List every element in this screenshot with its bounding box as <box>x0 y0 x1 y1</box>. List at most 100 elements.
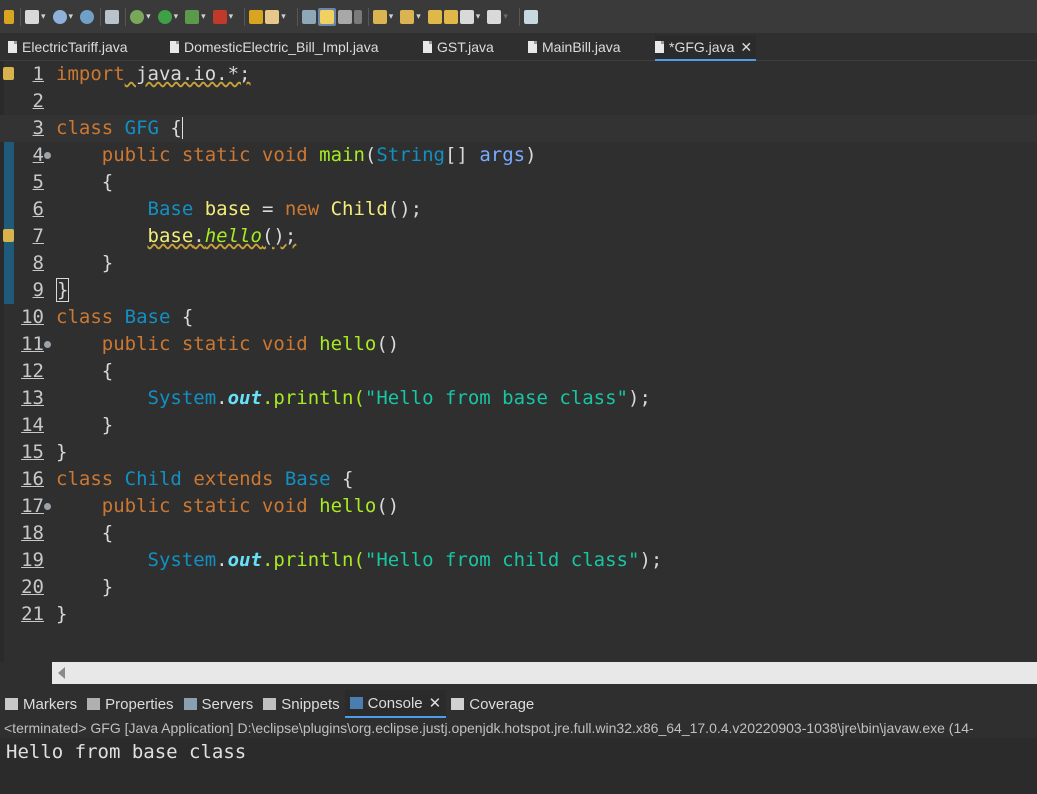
close-icon[interactable]: ✕ <box>429 694 442 712</box>
tab-properties[interactable]: Properties <box>82 691 178 717</box>
code-text: } <box>101 576 114 598</box>
run-last-icon[interactable] <box>4 9 14 24</box>
line-number: 14 <box>21 414 44 436</box>
forward-icon[interactable] <box>443 9 458 24</box>
java-file-icon <box>170 41 179 53</box>
tab-coverage[interactable]: Coverage <box>446 691 539 717</box>
code-line: 15 } <box>0 439 1037 466</box>
console-output-area[interactable]: Hello from base class <box>0 738 1037 794</box>
tab-label: MainBill.java <box>542 39 621 55</box>
mark-occurrences-icon[interactable] <box>317 7 336 26</box>
tab-electric-tariff[interactable]: ElectricTariff.java <box>8 35 128 59</box>
code-line: 19 System.out.println("Hello from child … <box>0 547 1037 574</box>
debug-icon[interactable]: ▾ <box>52 9 79 24</box>
run-icon[interactable]: ▾ <box>157 9 184 24</box>
back-arrow-icon[interactable]: ▾ <box>459 9 486 24</box>
bottom-panel-tabs: Markers Properties Servers Snippets Cons… <box>0 690 1037 718</box>
new-file-icon[interactable]: ▾ <box>25 9 51 24</box>
java-file-icon <box>8 41 17 53</box>
pilcrow-icon[interactable] <box>353 9 362 24</box>
console-icon <box>349 697 363 709</box>
bug-icon[interactable]: ▾ <box>130 9 156 24</box>
tab-gfg[interactable]: *GFG.java ✕ <box>655 35 757 61</box>
code-text: } <box>56 603 68 625</box>
line-number: 20 <box>21 576 44 598</box>
code-text: { <box>101 522 114 544</box>
globe-icon[interactable] <box>80 9 95 24</box>
java-file-icon <box>528 41 537 53</box>
fold-collapse-icon[interactable] <box>44 503 51 510</box>
tab-servers[interactable]: Servers <box>179 691 259 717</box>
java-file-icon <box>423 41 432 53</box>
code-line: 13 System.out.println("Hello from base c… <box>0 385 1037 412</box>
code-text: Base base = new Child(); <box>147 198 423 220</box>
toolbar-separator <box>296 7 298 26</box>
console-status-line: <terminated> GFG [Java Application] D:\e… <box>0 718 1037 738</box>
next-annotation-icon[interactable]: ▾ <box>372 9 399 24</box>
code-line: 7 base.hello(); <box>0 223 1037 250</box>
close-icon[interactable]: ✕ <box>740 39 752 56</box>
tab-console[interactable]: Console ✕ <box>344 690 447 718</box>
line-number: 19 <box>21 549 44 571</box>
fold-collapse-icon[interactable] <box>44 152 51 159</box>
run-coverage-icon[interactable]: ▾ <box>185 9 211 24</box>
code-line: 12 { <box>0 358 1037 385</box>
line-number: 13 <box>21 387 44 409</box>
snippets-icon <box>263 698 277 710</box>
main-toolbar: ▾ ▾ ▾ ▾ ▾ ▾ ▾ ▾ ▾ ▾ ▾ <box>0 0 1037 33</box>
line-number: 9 <box>32 279 44 301</box>
warning-icon <box>3 67 14 80</box>
line-number: 6 <box>32 198 44 220</box>
code-text: class Child extends Base { <box>56 468 354 490</box>
code-text: import java.io.*; <box>56 63 251 85</box>
properties-icon <box>87 698 101 710</box>
line-number: 1 <box>32 63 44 85</box>
coverage-icon <box>451 698 465 710</box>
line-number: 17 <box>21 495 44 517</box>
scroll-left-icon[interactable] <box>58 667 65 679</box>
tab-markers[interactable]: Markers <box>0 691 82 717</box>
tab-main-bill[interactable]: MainBill.java <box>528 35 621 59</box>
tab-label: DomesticElectric_Bill_Impl.java <box>184 39 379 55</box>
code-text: { <box>101 171 114 193</box>
tab-domestic-electric-bill[interactable]: DomesticElectric_Bill_Impl.java <box>170 35 379 59</box>
prev-annotation-icon[interactable]: ▾ <box>400 9 426 24</box>
line-number: 12 <box>21 360 44 382</box>
code-text: { <box>101 360 114 382</box>
tab-gst[interactable]: GST.java <box>423 35 494 59</box>
markers-icon <box>5 698 18 710</box>
code-editor[interactable]: 1 import java.io.*; 2 3 class GFG { 4 pu… <box>0 61 1037 662</box>
line-number: 18 <box>21 522 44 544</box>
line-number: 4 <box>32 144 44 166</box>
tab-label: Markers <box>23 695 78 713</box>
open-folder-icon[interactable] <box>249 9 264 24</box>
horizontal-scrollbar[interactable] <box>52 662 1037 684</box>
pencil-icon[interactable]: ▾ <box>265 9 291 24</box>
toolbar-separator <box>20 7 21 26</box>
matching-bracket: } <box>56 278 70 302</box>
fold-collapse-icon[interactable] <box>44 341 51 348</box>
editor-tab-bar: ElectricTariff.java DomesticElectric_Bil… <box>0 33 1037 61</box>
line-number: 10 <box>21 306 44 328</box>
toggle-block-icon[interactable] <box>301 9 316 24</box>
code-line-current: 3 class GFG { <box>0 115 1037 142</box>
code-line: 6 Base base = new Child(); <box>0 196 1037 223</box>
code-text: class Base { <box>56 306 194 328</box>
forward-arrow-icon[interactable]: ▾ <box>487 9 513 24</box>
line-number: 2 <box>32 90 44 112</box>
tab-label: ElectricTariff.java <box>22 39 128 55</box>
external-tools-icon[interactable]: ▾ <box>212 9 239 24</box>
java-file-icon <box>655 41 664 53</box>
new-window-icon[interactable] <box>523 9 538 24</box>
tab-snippets[interactable]: Snippets <box>258 691 344 717</box>
code-text: System.out.println("Hello from base clas… <box>147 387 651 409</box>
code-line: 17 public static void hello() <box>0 493 1037 520</box>
code-text: public static void hello() <box>101 495 400 517</box>
back-icon[interactable] <box>427 9 442 24</box>
tab-label: Properties <box>105 695 174 713</box>
server-icon[interactable] <box>105 9 120 24</box>
tab-label: *GFG.java <box>669 39 735 55</box>
word-wrap-icon[interactable] <box>337 9 352 24</box>
code-text: } <box>56 441 68 463</box>
warning-icon <box>3 229 14 242</box>
